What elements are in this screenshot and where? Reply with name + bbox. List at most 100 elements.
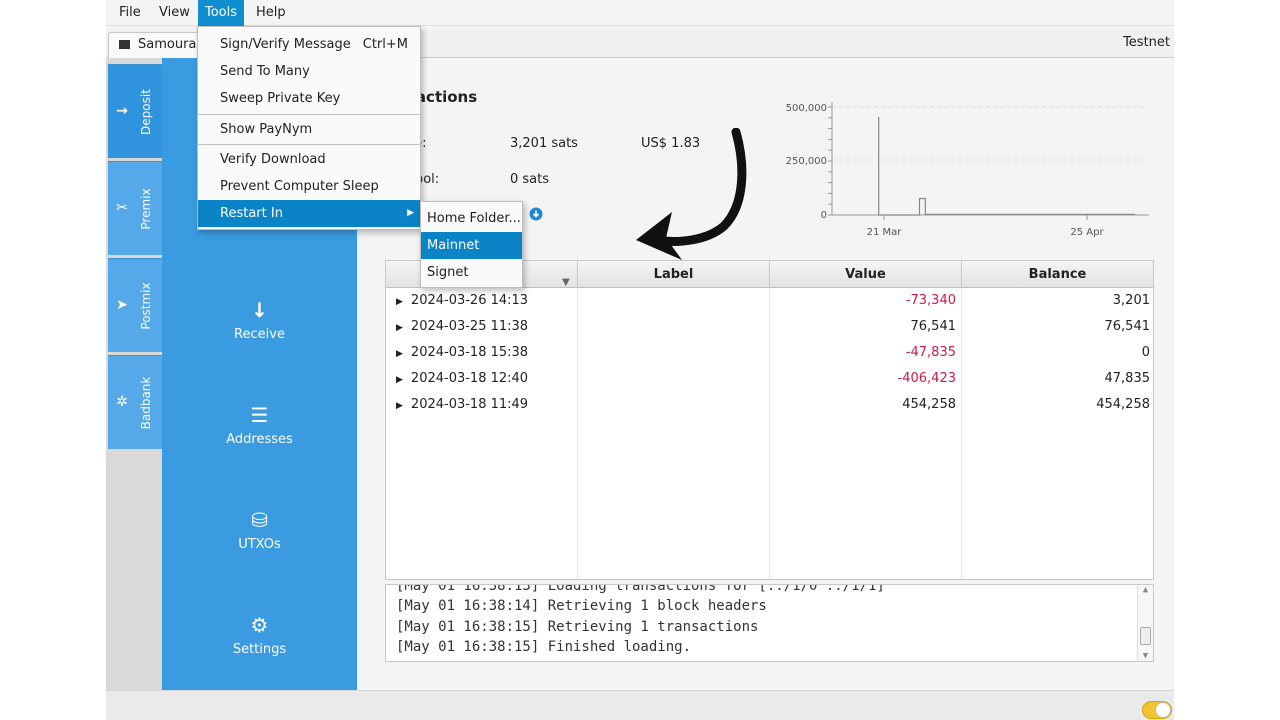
- gear-icon: ⚙: [250, 613, 269, 637]
- annotation-arrow-icon: [636, 128, 747, 260]
- submenu-arrow-icon: ▶: [407, 208, 414, 218]
- nav-utxos[interactable]: ⛁ UTXOs: [162, 509, 357, 552]
- nav-settings-label: Settings: [232, 642, 287, 657]
- row-balance: 0: [1141, 345, 1150, 360]
- y-tick-label: 500,000: [786, 103, 827, 114]
- wallet-icon: [119, 40, 130, 49]
- menu-item-label: Restart In: [220, 206, 283, 221]
- log-line: [May 01 16:38:15] Retrieving 1 transacti…: [396, 619, 759, 635]
- send-icon: ➤: [116, 297, 128, 313]
- restart-in-submenu: Home Folder... Mainnet Signet: [420, 201, 523, 288]
- menu-item-sweep-private-key[interactable]: Sweep Private Key: [198, 85, 420, 112]
- row-balance: 3,201: [1112, 293, 1150, 308]
- submenu-item-home-folder[interactable]: Home Folder...: [421, 205, 522, 232]
- scroll-down-icon[interactable]: ▼: [1138, 651, 1153, 661]
- menu-tools[interactable]: Tools: [198, 0, 245, 26]
- nav-receive[interactable]: ↓ Receive: [162, 299, 357, 342]
- tools-menu-dropdown: Sign/Verify Message Ctrl+M Send To Many S…: [197, 26, 421, 230]
- row-value: -47,835: [905, 345, 956, 360]
- row-balance: 47,835: [1104, 371, 1151, 386]
- menu-separator: [198, 144, 420, 145]
- row-value: -406,423: [897, 371, 956, 386]
- x-tick-label: 25 Apr: [1070, 227, 1104, 238]
- balance-chart: 500,000 250,000 0 21 Mar 25 Apr: [786, 102, 1149, 238]
- menu-file[interactable]: File: [112, 0, 148, 26]
- nav-utxos-label: UTXOs: [238, 537, 281, 552]
- tab-postmix-label: Postmix: [139, 282, 153, 330]
- account-tab-strip: → Deposit ✂ Premix ➤ Postmix ✲ Badbank: [106, 58, 162, 690]
- app-window: File View Tools Help Samourai P Testnet …: [106, 0, 1174, 720]
- column-balance[interactable]: Balance: [962, 261, 1153, 288]
- expand-triangle-icon[interactable]: ▶: [396, 349, 403, 359]
- log-line: [May 01 16:38:13] Loading transactions f…: [396, 584, 885, 594]
- tab-badbank[interactable]: ✲ Badbank: [108, 355, 162, 449]
- connection-toggle[interactable]: [1142, 701, 1172, 719]
- transactions-table[interactable]: ▼ Label Value Balance ▶ 2024-03-26 14:13 …: [385, 260, 1154, 580]
- scissors-icon: ✂: [116, 200, 128, 216]
- coins-icon: ⛁: [251, 508, 268, 532]
- log-line: [May 01 16:38:14] Retrieving 1 block hea…: [396, 598, 767, 614]
- balance-series-line: [878, 116, 1136, 216]
- expand-triangle-icon[interactable]: ▶: [396, 375, 403, 385]
- nav-receive-label: Receive: [234, 327, 285, 342]
- nav-addresses-label: Addresses: [226, 432, 293, 447]
- menu-view[interactable]: View: [152, 0, 197, 26]
- menu-help[interactable]: Help: [249, 0, 293, 26]
- arrow-right-icon: →: [116, 103, 128, 119]
- menu-item-show-paynym[interactable]: Show PayNym: [198, 116, 420, 143]
- column-value[interactable]: Value: [770, 261, 962, 288]
- row-date: 2024-03-18 11:49: [410, 397, 529, 412]
- virus-icon: ✲: [116, 394, 128, 410]
- x-tick-label: 21 Mar: [867, 227, 903, 238]
- mempool-value: 0 sats: [510, 172, 550, 187]
- submenu-item-mainnet[interactable]: Mainnet: [421, 232, 522, 259]
- tab-premix[interactable]: ✂ Premix: [108, 161, 162, 255]
- scroll-thumb[interactable]: [1140, 627, 1151, 645]
- nav-settings[interactable]: ⚙ Settings: [162, 614, 357, 657]
- menu-item-accelerator: Ctrl+M: [362, 37, 408, 52]
- table-row[interactable]: ▶ 2024-03-25 11:38 76,541 76,541: [386, 314, 1153, 340]
- tab-deposit[interactable]: → Deposit: [108, 64, 162, 158]
- menubar: File View Tools Help: [106, 0, 1174, 26]
- expand-triangle-icon[interactable]: ▶: [396, 297, 403, 307]
- log-line: [May 01 16:38:15] Finished loading.: [396, 639, 692, 655]
- row-date: 2024-03-26 14:13: [410, 293, 529, 308]
- row-date: 2024-03-18 12:40: [410, 371, 529, 386]
- tab-premix-label: Premix: [139, 188, 153, 230]
- table-row[interactable]: ▶ 2024-03-18 11:49 454,258 454,258: [386, 392, 1153, 418]
- row-value: -73,340: [905, 293, 956, 308]
- statusbar: [106, 690, 1174, 720]
- row-date: 2024-03-18 15:38: [410, 345, 529, 360]
- row-balance: 76,541: [1104, 319, 1151, 334]
- tab-postmix[interactable]: ➤ Postmix: [108, 258, 162, 352]
- log-console[interactable]: [May 01 16:38:13] Loading transactions f…: [385, 584, 1154, 662]
- expand-triangle-icon[interactable]: ▶: [396, 401, 403, 411]
- log-scrollbar[interactable]: ▲ ▼: [1137, 585, 1153, 661]
- table-row[interactable]: ▶ 2024-03-18 15:38 -47,835 0: [386, 340, 1153, 366]
- expand-triangle-icon[interactable]: ▶: [396, 323, 403, 333]
- menu-item-label: Sign/Verify Message: [220, 37, 351, 52]
- menu-item-prevent-sleep[interactable]: Prevent Computer Sleep: [198, 173, 420, 200]
- network-label: Testnet: [1123, 35, 1170, 50]
- toggle-knob: [1155, 702, 1171, 718]
- menu-item-sign-verify[interactable]: Sign/Verify Message Ctrl+M: [198, 31, 420, 58]
- scroll-up-icon[interactable]: ▲: [1138, 585, 1153, 595]
- transactions-panel: sactions ce: 3,201 sats US$ 1.83 pool: 0…: [357, 58, 1174, 690]
- balance-value: 3,201 sats: [510, 136, 578, 151]
- arrow-down-icon: ↓: [251, 298, 268, 322]
- menu-item-send-to-many[interactable]: Send To Many: [198, 58, 420, 85]
- download-icon[interactable]: [529, 207, 543, 221]
- list-icon: ☰: [250, 403, 269, 427]
- nav-addresses[interactable]: ☰ Addresses: [162, 404, 357, 447]
- row-value: 76,541: [910, 319, 957, 334]
- tab-badbank-label: Badbank: [139, 376, 153, 430]
- menu-item-restart-in[interactable]: Restart In ▶: [198, 200, 420, 227]
- submenu-item-signet[interactable]: Signet: [421, 259, 522, 286]
- menu-item-verify-download[interactable]: Verify Download: [198, 146, 420, 173]
- row-value: 454,258: [902, 397, 956, 412]
- y-tick-label: 0: [821, 210, 827, 221]
- tab-deposit-label: Deposit: [139, 89, 153, 135]
- y-tick-label: 250,000: [786, 156, 827, 167]
- table-row[interactable]: ▶ 2024-03-18 12:40 -406,423 47,835: [386, 366, 1153, 392]
- table-row[interactable]: ▶ 2024-03-26 14:13 -73,340 3,201: [386, 288, 1153, 314]
